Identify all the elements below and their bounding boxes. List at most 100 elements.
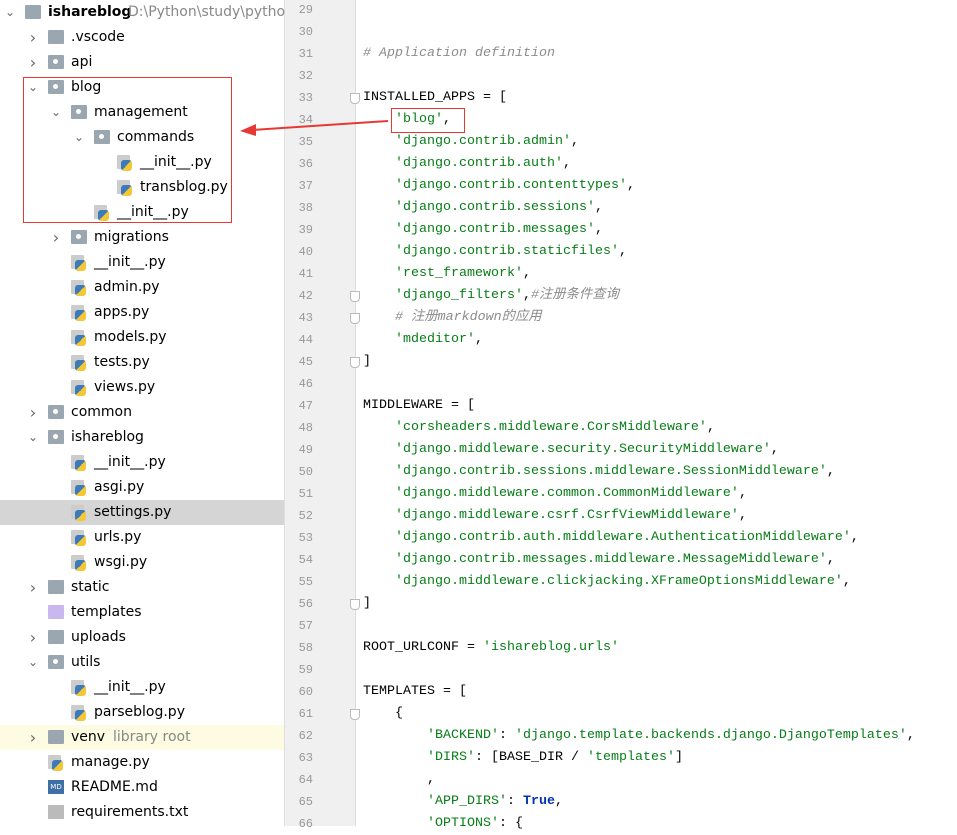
tree-item[interactable]: urls.py [0,525,284,550]
chevron-down-icon[interactable]: ⌄ [26,650,40,675]
line-number: 31 [298,47,313,61]
fold-marker-icon[interactable] [350,291,360,302]
code-line[interactable]: INSTALLED_APPS = [ [363,87,507,109]
tree-item[interactable]: settings.py [0,500,284,525]
code-line[interactable]: 'OPTIONS': { [363,813,523,835]
tree-item[interactable]: apps.py [0,300,284,325]
code-line[interactable]: 'mdeditor', [363,329,483,351]
line-number: 32 [298,69,313,83]
string-literal: 'django.contrib.auth.middleware.Authenti… [395,530,851,545]
line-number: 42 [298,289,313,303]
tree-item[interactable]: › static [0,575,284,600]
tree-item[interactable]: parseblog.py [0,700,284,725]
tree-item[interactable]: admin.py [0,275,284,300]
code-line[interactable]: 'django.contrib.staticfiles', [363,241,627,263]
line-number: 58 [298,641,313,655]
root-label: ishareblog [48,4,132,20]
line-number: 64 [298,773,313,787]
chevron-down-icon[interactable]: ⌄ [26,425,40,450]
tree-item[interactable]: templates [0,600,284,625]
python-file-icon [71,355,86,371]
code-line[interactable]: ] [363,593,371,615]
chevron-right-icon[interactable]: › [49,225,63,250]
chevron-right-icon[interactable]: › [26,625,40,650]
fold-marker-icon[interactable] [350,313,360,324]
code-line[interactable]: 'corsheaders.middleware.CorsMiddleware', [363,417,715,439]
code-line[interactable]: MIDDLEWARE = [ [363,395,475,417]
code-line[interactable]: 'django.middleware.security.SecurityMidd… [363,439,779,461]
tree-item[interactable]: › uploads [0,625,284,650]
package-folder-icon [48,430,64,444]
tree-item[interactable]: tests.py [0,350,284,375]
code-line[interactable]: 'rest_framework', [363,263,531,285]
tree-item-label: tests.py [94,354,150,370]
fold-marker-icon[interactable] [350,599,360,610]
code-line[interactable]: 'django.middleware.clickjacking.XFrameOp… [363,571,851,593]
chevron-right-icon[interactable]: › [26,50,40,75]
line-number: 44 [298,333,313,347]
code-line[interactable]: 'DIRS': [BASE_DIR / 'templates'] [363,747,683,769]
tree-item[interactable]: MD README.md [0,775,284,800]
code-line[interactable]: 'django.middleware.csrf.CsrfViewMiddlewa… [363,505,747,527]
tree-item[interactable]: __init__.py [0,250,284,275]
tree-item-label: ishareblog [71,429,144,445]
python-file-icon [71,505,86,521]
tree-item[interactable]: › migrations [0,225,284,250]
chevron-right-icon[interactable]: › [26,725,40,750]
tree-item[interactable]: › api [0,50,284,75]
code-text: , [522,266,531,281]
tree-item[interactable]: › common [0,400,284,425]
code-text: , [850,530,859,545]
code-line[interactable]: 'APP_DIRS': True, [363,791,563,813]
tree-item[interactable]: models.py [0,325,284,350]
tree-item[interactable]: __init__.py [0,450,284,475]
tree-item[interactable]: ⌄ utils [0,650,284,675]
chevron-right-icon[interactable]: › [26,400,40,425]
code-line[interactable]: 'django.middleware.common.CommonMiddlewa… [363,483,747,505]
code-line[interactable]: ROOT_URLCONF = 'ishareblog.urls' [363,637,619,659]
code-line[interactable]: 'django.contrib.sessions.middleware.Sess… [363,461,835,483]
code-line[interactable]: 'django.contrib.messages', [363,219,603,241]
tree-item[interactable]: __init__.py [0,675,284,700]
code-line[interactable]: TEMPLATES = [ [363,681,467,703]
code-line[interactable]: # 注册markdown的应用 [363,307,542,329]
tree-root[interactable]: ⌄ ishareblog D:\Python\study\pytho [0,0,285,25]
line-number: 37 [298,179,313,193]
tree-item[interactable]: ⌄ ishareblog [0,425,284,450]
python-file-icon [71,680,86,696]
code-line[interactable]: ] [363,351,371,373]
chevron-right-icon[interactable]: › [26,25,40,50]
tree-item[interactable]: manage.py [0,750,284,775]
fold-marker-icon[interactable] [350,93,360,104]
code-line[interactable]: # Application definition [363,43,555,65]
fold-marker-icon[interactable] [350,357,360,368]
code-line[interactable]: 'BACKEND': 'django.template.backends.dja… [363,725,915,747]
chevron-down-icon[interactable]: ⌄ [3,0,17,25]
code-line[interactable]: 'django.contrib.sessions', [363,197,603,219]
tree-item-label: .vscode [71,29,125,45]
tree-item-label: __init__.py [94,679,166,695]
code-text: , [594,200,603,215]
tree-item[interactable]: requirements.txt [0,800,284,825]
code-line[interactable]: 'django.contrib.messages.middleware.Mess… [363,549,835,571]
code-line[interactable]: 'django_filters',#注册条件查询 [363,285,619,307]
tree-item[interactable]: wsgi.py [0,550,284,575]
tree-item[interactable]: views.py [0,375,284,400]
code-line[interactable]: 'django.contrib.admin', [363,131,579,153]
tree-item[interactable]: › venv library root [0,725,284,750]
chevron-right-icon[interactable]: › [26,575,40,600]
code-line[interactable]: , [363,769,435,791]
highlight-box-blog-app [391,108,465,133]
code-line[interactable]: { [363,703,403,725]
tree-item-label: manage.py [71,754,150,770]
tree-item[interactable]: asgi.py [0,475,284,500]
code-line[interactable]: 'django.contrib.auth', [363,153,571,175]
code-text: , [363,772,435,787]
tree-item[interactable]: › .vscode [0,25,284,50]
code-line[interactable]: 'django.contrib.auth.middleware.Authenti… [363,527,859,549]
fold-marker-icon[interactable] [350,709,360,720]
code-line[interactable]: 'django.contrib.contenttypes', [363,175,635,197]
